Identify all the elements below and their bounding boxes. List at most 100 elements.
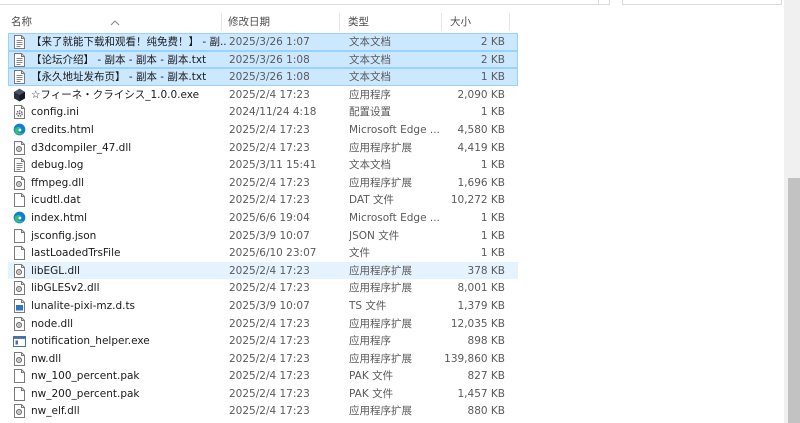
file-row[interactable]: d3dcompiler_47.dll 2025/2/4 17:23 应用程序扩展 4,…: [8, 139, 518, 157]
file-row[interactable]: 【论坛介绍】 - 副本 - 副本 - 副本.txt 2025/3/26 1:08 文…: [8, 50, 518, 69]
file-name: ffmpeg.dll: [31, 176, 85, 189]
file-row[interactable]: node.dll 2025/2/4 17:23 应用程序扩展 12,035 KB: [8, 315, 518, 333]
file-date: 2025/3/26 1:08: [229, 71, 310, 84]
file-row[interactable]: 【永久地址发布页】 - 副本 - 副本.txt 2025/3/26 1:08 文本文…: [8, 68, 518, 86]
file-type: 文本文档: [349, 159, 391, 172]
file-type: Microsoft Edge ...: [349, 123, 440, 136]
file-size: 1 KB: [480, 106, 505, 119]
file-size: 1 KB: [480, 71, 505, 84]
file-size: 4,580 KB: [457, 123, 506, 136]
column-header-type[interactable]: 类型: [340, 11, 442, 33]
file-name: nw_200_percent.pak: [31, 387, 140, 400]
file-row[interactable]: 【来了就能下载和观看！纯免费！】 - 副... 2025/3/26 1:07 文本文…: [8, 33, 518, 51]
text-file-icon: [13, 70, 26, 85]
file-type: TS 文件: [349, 299, 387, 312]
file-date: 2025/2/4 17:23: [229, 317, 310, 330]
file-name: 【论坛介绍】 - 副本 - 副本 - 副本.txt: [31, 53, 207, 66]
column-header: 名称 修改日期 类型 大小: [0, 11, 520, 33]
file-size: 898 KB: [467, 335, 505, 348]
file-name: index.html: [31, 211, 87, 224]
file-date: 2025/2/4 17:23: [229, 387, 310, 400]
file-type: 文件: [349, 247, 370, 260]
column-header-size[interactable]: 大小: [442, 11, 510, 33]
dll-file-icon: [13, 404, 26, 419]
file-date: 2025/2/4 17:23: [229, 88, 310, 101]
file-size: 1 KB: [480, 159, 505, 172]
file-name: libEGL.dll: [31, 264, 80, 277]
file-explorer-window: 名称 修改日期 类型 大小 【来了就能下载和观看！纯免费！】 - 副... 202…: [0, 0, 800, 423]
file-row[interactable]: index.html 2025/6/6 19:04 Microsoft Edge .…: [8, 209, 518, 227]
file-size: 2 KB: [480, 36, 505, 48]
file-size: 378 KB: [467, 264, 505, 277]
file-size: 1 KB: [480, 247, 505, 260]
file-type: 应用程序扩展: [349, 282, 412, 295]
file-date: 2025/3/26 1:07: [229, 36, 310, 48]
file-row[interactable]: ☆フィーネ・クライシス_1.0.0.exe 2025/2/4 17:23 应用程序 2…: [8, 86, 518, 104]
file-row[interactable]: nw_100_percent.pak 2025/2/4 17:23 PAK 文件 82…: [8, 367, 518, 385]
dll-file-icon: [13, 175, 26, 190]
file-row[interactable]: libEGL.dll 2025/2/4 17:23 应用程序扩展 378 KB: [8, 261, 518, 280]
file-name: config.ini: [31, 106, 79, 119]
blank-file-icon: [13, 369, 26, 384]
file-size: 12,035 KB: [450, 317, 505, 330]
file-size: 1 KB: [480, 211, 505, 224]
file-name: 【永久地址发布页】 - 副本 - 副本.txt: [31, 71, 207, 84]
column-header-name[interactable]: 名称: [0, 11, 222, 33]
file-date: 2025/2/4 17:23: [229, 264, 310, 277]
column-name-label: 名称: [11, 16, 32, 28]
scrollbar-thumb[interactable]: [788, 178, 800, 423]
file-row[interactable]: lunalite-pixi-mz.d.ts 2025/3/9 10:07 TS 文件…: [8, 297, 518, 315]
dll-file-icon: [13, 351, 26, 366]
file-date: 2025/2/4 17:23: [229, 405, 310, 418]
file-date: 2025/2/4 17:23: [229, 176, 310, 189]
file-type: JSON 文件: [349, 229, 400, 242]
file-size: 10,272 KB: [450, 194, 505, 207]
file-type: 应用程序: [349, 88, 391, 101]
file-size: 2 KB: [480, 53, 505, 66]
edge-html-icon: [13, 211, 26, 225]
address-bar[interactable]: [0, 0, 610, 5]
column-separator[interactable]: [509, 13, 510, 31]
file-type: PAK 文件: [349, 370, 394, 383]
file-row[interactable]: config.ini 2024/11/24 4:18 配置设置 1 KB: [8, 103, 518, 121]
search-box[interactable]: [622, 0, 782, 5]
file-type: 文本文档: [349, 53, 391, 66]
column-size-label: 大小: [450, 16, 471, 28]
blank-file-icon: [13, 246, 26, 261]
config-file-icon: [13, 105, 26, 120]
file-size: 880 KB: [467, 405, 505, 418]
file-size: 8,001 KB: [457, 282, 506, 295]
file-row[interactable]: notification_helper.exe 2025/2/4 17:23 应用程…: [8, 332, 518, 350]
column-header-date[interactable]: 修改日期: [222, 11, 340, 33]
file-date: 2025/2/4 17:23: [229, 141, 310, 154]
file-row[interactable]: libGLESv2.dll 2025/2/4 17:23 应用程序扩展 8,001 K…: [8, 279, 518, 297]
file-row[interactable]: nw_elf.dll 2025/2/4 17:23 应用程序扩展 880 KB: [8, 402, 518, 420]
file-date: 2025/2/4 17:23: [229, 370, 310, 383]
file-size: 1 KB: [480, 229, 505, 242]
file-size: 139,860 KB: [444, 352, 505, 365]
file-row[interactable]: ffmpeg.dll 2025/2/4 17:23 应用程序扩展 1,696 KB: [8, 174, 518, 192]
file-row[interactable]: lastLoadedTrsFile 2025/6/10 23:07 文件 1 KB: [8, 244, 518, 262]
file-name: libGLESv2.dll: [31, 282, 100, 295]
file-type: 文本文档: [349, 36, 391, 48]
blank-file-icon: [13, 228, 26, 243]
address-dropdown-button[interactable]: [598, 0, 610, 5]
file-type: 配置设置: [349, 106, 391, 119]
file-row[interactable]: jsconfig.json 2025/3/9 10:07 JSON 文件 1 KB: [8, 227, 518, 245]
file-name: nw_elf.dll: [31, 405, 80, 418]
file-name: nw.dll: [31, 352, 62, 365]
file-row[interactable]: credits.html 2025/2/4 17:23 Microsoft Edge…: [8, 121, 518, 139]
blank-file-icon: [13, 386, 26, 401]
file-row[interactable]: icudtl.dat 2025/2/4 17:23 DAT 文件 10,272 KB: [8, 191, 518, 209]
file-row[interactable]: nw_200_percent.pak 2025/2/4 17:23 PAK 文件 1,…: [8, 385, 518, 403]
file-type: 应用程序扩展: [349, 405, 412, 418]
file-row[interactable]: nw.dll 2025/2/4 17:23 应用程序扩展 139,860 KB: [8, 350, 518, 368]
vertical-scrollbar[interactable]: [784, 0, 800, 423]
file-name: nw_100_percent.pak: [31, 370, 140, 383]
file-type: DAT 文件: [349, 194, 395, 207]
file-type: 文本文档: [349, 71, 391, 84]
file-row[interactable]: debug.log 2025/3/11 15:41 文本文档 1 KB: [8, 156, 518, 174]
file-date: 2024/11/24 4:18: [229, 106, 317, 119]
file-date: 2025/6/10 23:07: [229, 247, 317, 260]
file-name: lastLoadedTrsFile: [31, 247, 121, 260]
